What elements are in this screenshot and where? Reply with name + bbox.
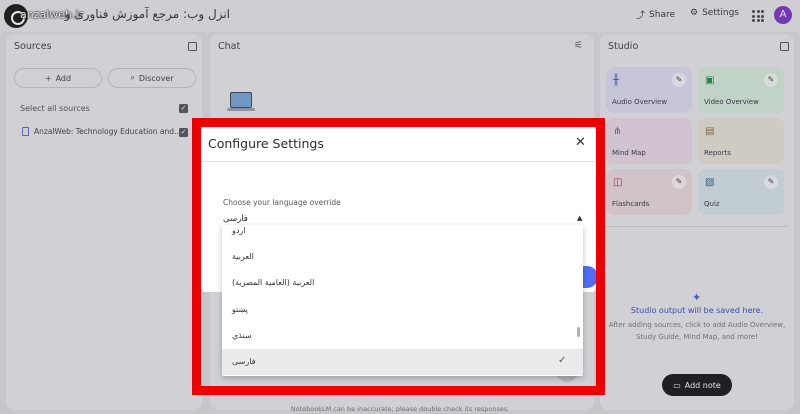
red-highlight-frame (192, 118, 605, 395)
